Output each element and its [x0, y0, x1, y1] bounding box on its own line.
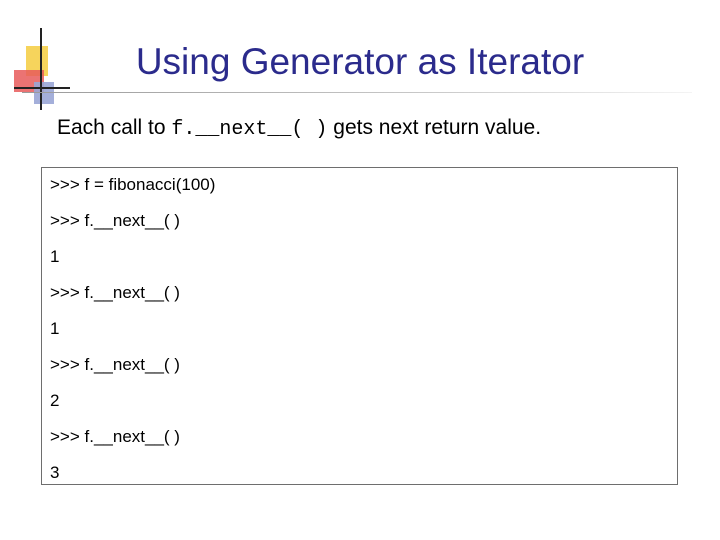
code-line-4: >>> f.__next__( ): [50, 283, 180, 302]
deco-blue-square: [34, 82, 54, 104]
bullet-prefix: Each call to: [57, 116, 172, 139]
code-line-9: 3: [50, 463, 60, 482]
slide: Using Generator as Iterator Each call to…: [0, 0, 720, 540]
bullet-text: Each call to f.__next__( ) gets next ret…: [57, 114, 541, 144]
slide-title: Using Generator as Iterator: [135, 41, 585, 82]
bullet-code: f.__next__( ): [171, 118, 328, 141]
code-line-1: >>> f = fibonacci(100): [50, 175, 216, 194]
code-line-5: 1: [50, 319, 60, 338]
bullet-suffix: gets next return value.: [327, 116, 542, 139]
code-line-3: 1: [50, 247, 60, 266]
title-divider: [22, 92, 692, 93]
code-line-8: >>> f.__next__( ): [50, 427, 180, 446]
code-line-2: >>> f.__next__( ): [50, 211, 180, 230]
code-example-box: >>> f = fibonacci(100) >>> f.__next__( )…: [41, 167, 678, 485]
code-line-7: 2: [50, 391, 60, 410]
code-line-6: >>> f.__next__( ): [50, 355, 180, 374]
